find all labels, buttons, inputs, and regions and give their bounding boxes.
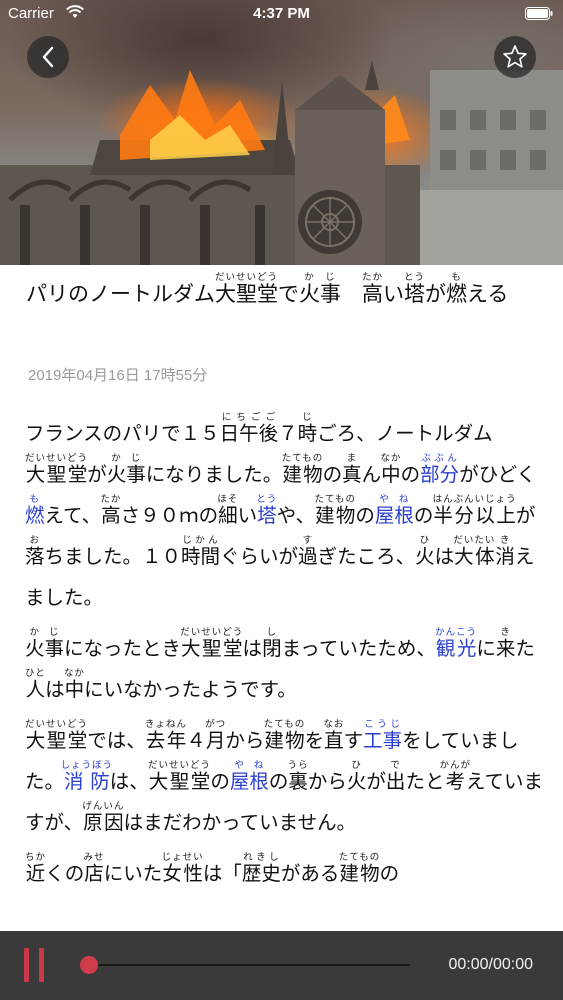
- favorite-button[interactable]: [494, 36, 536, 78]
- chevron-left-icon: [42, 46, 54, 68]
- keyword-link[interactable]: 屋根やね: [375, 494, 414, 527]
- keyword-link[interactable]: 塔とう: [256, 494, 277, 527]
- cathedral-fire-photo: [0, 60, 563, 265]
- progress-track[interactable]: [88, 964, 410, 966]
- article-body: フランスのパリで１５日午後にちごご７時じごろ、ノートルダム大聖堂だいせいどうが火…: [25, 412, 545, 903]
- keyword-link[interactable]: 観光かんこう: [435, 627, 477, 660]
- article-date: 2019年04月16日 17時55分: [28, 367, 208, 384]
- paragraph-4: 近ちかくの店みせにいた女性じょせいは「歴史れきしがある建物たてものの: [25, 852, 400, 885]
- keyword-link[interactable]: 部分ぶぶん: [420, 453, 459, 486]
- keyword-link[interactable]: 燃も: [25, 494, 45, 527]
- keyword-link[interactable]: 消防しょうぼう: [61, 760, 114, 793]
- status-bar: Carrier 4:37 PM: [0, 0, 563, 30]
- pause-icon: [39, 948, 44, 982]
- keyword-link[interactable]: 工事こうじ: [363, 719, 402, 752]
- star-outline-icon: [503, 45, 527, 68]
- progress-slider-thumb[interactable]: [80, 956, 98, 974]
- paragraph-2: 火事かじになったとき大聖堂だいせいどうは閉しまっていたため、観光かんこうに来きた…: [25, 627, 535, 701]
- paragraph-3: 大聖堂だいせいどうでは、去年きょねん４月がつから建物たてものを直なおす工事こうじ…: [25, 719, 543, 834]
- paragraph-1: フランスのパリで１５日午後にちごご７時じごろ、ノートルダム大聖堂だいせいどうが火…: [25, 412, 537, 609]
- back-button[interactable]: [27, 36, 69, 78]
- status-time: 4:37 PM: [253, 5, 310, 22]
- pause-button[interactable]: [22, 948, 48, 982]
- article-photo: Carrier 4:37 PM: [0, 0, 563, 265]
- pause-icon: [24, 948, 29, 982]
- audio-player: 00:00/00:00: [0, 931, 563, 1000]
- keyword-link[interactable]: 屋根やね: [230, 760, 269, 793]
- article-title: パリのノートルダム大聖堂だいせいどうで火事かじ 高たかい塔とうが燃もえる: [26, 272, 509, 306]
- playback-time: 00:00/00:00: [448, 956, 533, 973]
- battery-icon: [525, 7, 553, 24]
